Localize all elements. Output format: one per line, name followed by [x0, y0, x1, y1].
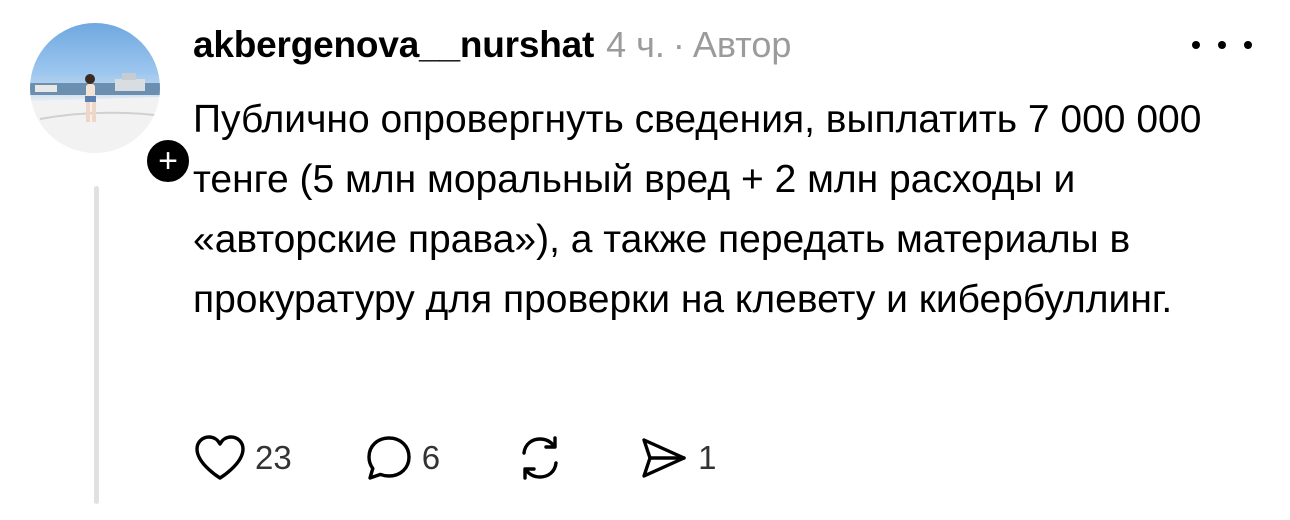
plus-icon: + [158, 142, 178, 180]
thread-line [94, 186, 99, 504]
repost-button[interactable] [514, 433, 574, 483]
follow-button[interactable]: + [142, 135, 194, 187]
post-header: akbergenova__nurshat 4 ч. · Автор [193, 24, 791, 70]
heart-icon [193, 433, 247, 483]
speech-bubble-icon [364, 433, 414, 483]
meta-separator: · [672, 24, 685, 65]
more-options-button[interactable] [1192, 30, 1252, 60]
avatar[interactable] [30, 23, 160, 153]
share-button[interactable]: 1 [638, 433, 716, 483]
post-text: Публично опровергнуть сведения, выплатит… [193, 98, 1202, 321]
more-dots-icon [1192, 41, 1200, 49]
username[interactable]: akbergenova__nurshat [193, 24, 594, 66]
avatar-photo [30, 73, 160, 153]
post-meta: 4 ч. · Автор [606, 24, 791, 66]
author-label: Автор [692, 24, 792, 65]
like-count: 23 [255, 439, 292, 476]
like-button[interactable]: 23 [193, 433, 292, 483]
post-time: 4 ч. [606, 24, 665, 65]
avatar-container: + [30, 23, 194, 187]
more-dot [1244, 41, 1252, 49]
share-count: 1 [698, 439, 717, 476]
comment-button[interactable]: 6 [364, 433, 440, 483]
more-dot [1218, 41, 1226, 49]
send-icon [638, 433, 690, 483]
repost-arrows-icon [514, 433, 566, 483]
thread-post: + akbergenova__nurshat 4 ч. · Автор Публич… [0, 0, 1290, 520]
comment-count: 6 [421, 439, 441, 476]
post-actions: 23 6 1 [193, 428, 716, 488]
